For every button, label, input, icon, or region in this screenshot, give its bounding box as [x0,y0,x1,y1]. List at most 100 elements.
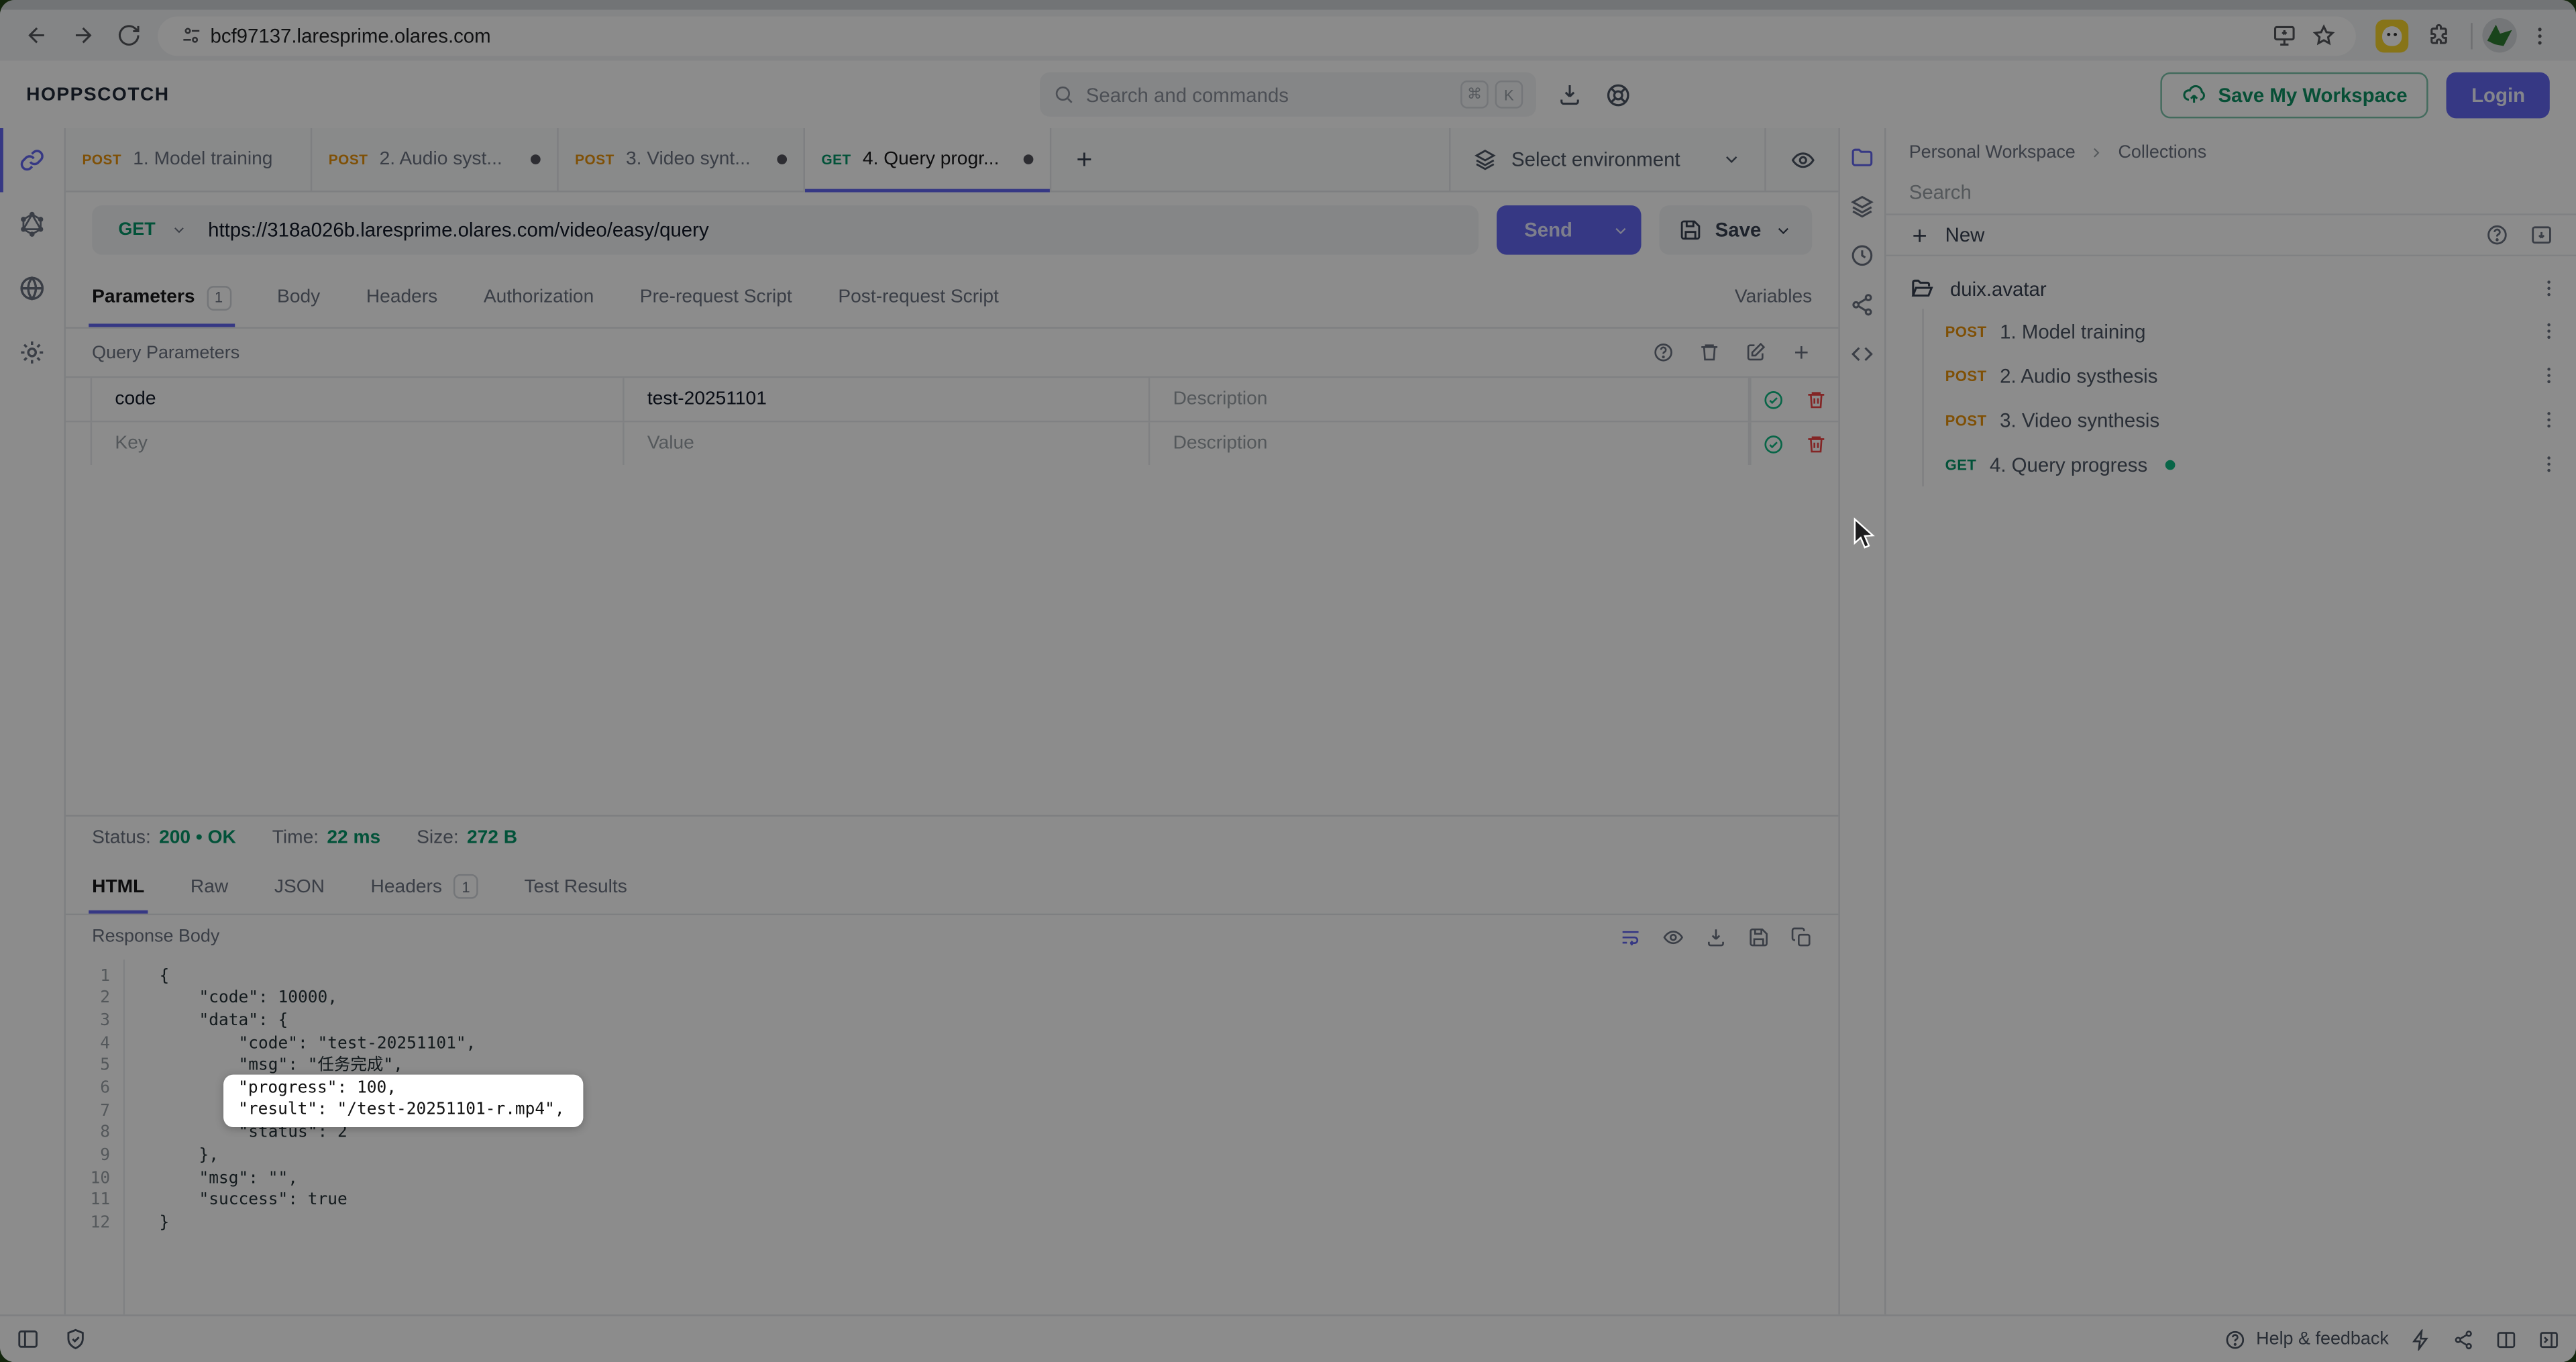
request-options-kebab-icon[interactable] [2538,321,2560,342]
request-item-query-progress[interactable]: GET 4. Query progress [1924,442,2576,486]
tab-label: Pre-request Script [640,288,792,307]
new-tab-button[interactable] [1051,128,1117,191]
drag-handle[interactable] [66,422,92,465]
bulk-edit-icon[interactable] [1745,342,1766,363]
collection-folder-duix-avatar[interactable]: duix.avatar [1886,268,2576,309]
extension-dog-icon[interactable] [2375,19,2408,52]
request-options-kebab-icon[interactable] [2538,365,2560,386]
tab-query-progress[interactable]: GET 4. Query progr... [805,128,1051,191]
app-logo[interactable]: HOPPSCOTCH [26,85,169,104]
code-snippet-icon[interactable] [1839,329,1886,378]
back-icon[interactable] [13,14,60,57]
tab-authorization[interactable]: Authorization [461,268,617,327]
add-parameter-icon[interactable] [1790,342,1812,363]
tab-post-request-script[interactable]: Post-request Script [815,268,1022,327]
tab-response-html[interactable]: HTML [69,860,168,912]
param-description-input[interactable]: Description [1150,422,1750,465]
search-command-bar[interactable]: Search and commands ⌘ K [1040,72,1536,117]
shortcuts-zap-icon[interactable] [2410,1328,2432,1350]
collapse-right-panel-icon[interactable] [2538,1328,2560,1350]
reload-icon[interactable] [105,14,152,57]
param-value-input[interactable]: test-20251101 [625,378,1150,421]
response-body-code[interactable]: 1{ 2 "code": 10000, 3 "data": { 4 "code"… [66,959,1838,1314]
extensions-puzzle-icon[interactable] [2415,14,2461,57]
collections-folder-icon[interactable] [1839,132,1886,180]
nav-realtime-globe-icon[interactable] [0,256,64,321]
breadcrumb-workspace[interactable]: Personal Workspace [1909,143,2076,162]
tab-model-training[interactable]: POST 1. Model training [66,128,312,191]
site-settings-icon[interactable] [171,17,211,54]
tab-test-results[interactable]: Test Results [501,860,650,912]
folder-options-kebab-icon[interactable] [2538,278,2560,299]
history-clock-icon[interactable] [1839,230,1886,279]
tab-pre-request-script[interactable]: Pre-request Script [617,268,816,327]
toggle-sidebar-icon[interactable] [16,1328,39,1351]
bookmark-star-icon[interactable] [2303,17,2343,54]
request-options-kebab-icon[interactable] [2538,454,2560,475]
environment-selector[interactable]: Select environment [1449,128,1764,191]
url-bar[interactable]: bcf97137.laresprime.olares.com [158,15,2356,55]
help-feedback-button[interactable]: Help & feedback [2225,1328,2389,1350]
param-key-input[interactable]: code [92,378,624,421]
preview-eye-icon[interactable] [1662,926,1684,947]
tab-parameters[interactable]: Parameters 1 [69,268,254,327]
param-delete-icon[interactable] [1794,378,1838,421]
param-active-toggle-icon[interactable] [1750,378,1794,421]
request-item-video-synthesis[interactable]: POST 3. Video synthesis [1924,398,2576,442]
share-request-icon[interactable] [2453,1328,2474,1350]
new-collection-button[interactable]: New [1945,223,1985,246]
send-options-chevron-icon[interactable] [1600,221,1641,239]
tab-response-raw[interactable]: Raw [168,860,252,912]
request-item-audio-synthesis[interactable]: POST 2. Audio systhesis [1924,354,2576,398]
nav-rest-link-icon[interactable] [0,128,64,193]
wrap-lines-icon[interactable] [1620,926,1642,947]
import-export-icon[interactable] [2530,223,2553,246]
save-options-chevron-icon[interactable] [1774,221,1792,239]
browser-profile-avatar[interactable] [2482,18,2516,52]
url-text[interactable]: bcf97137.laresprime.olares.com [210,24,2263,47]
save-request-button[interactable]: Save [1659,205,1812,254]
param-active-toggle-icon[interactable] [1750,422,1794,465]
save-my-workspace-button[interactable]: Save My Workspace [2161,72,2429,118]
param-key-input[interactable]: Key [92,422,624,465]
tab-response-headers[interactable]: Headers 1 [347,860,501,912]
environments-layers-icon[interactable] [1839,180,1886,229]
tab-response-json[interactable]: JSON [252,860,348,912]
tab-headers[interactable]: Headers [343,268,461,327]
param-description-placeholder: Description [1173,389,1268,409]
nav-settings-gear-icon[interactable] [0,321,64,385]
endpoint-url-input[interactable]: https://318a026b.laresprime.olares.com/v… [208,219,1479,242]
drag-handle[interactable] [66,378,92,421]
copy-response-icon[interactable] [1790,926,1812,947]
environment-quick-peek-eye-icon[interactable] [1764,128,1838,191]
forward-icon[interactable] [59,14,105,57]
param-description-input[interactable]: Description [1150,378,1750,421]
tab-audio-synthesis[interactable]: POST 2. Audio syst... [312,128,558,191]
collections-help-icon[interactable] [2485,223,2508,246]
browser-menu-icon[interactable] [2517,14,2563,57]
send-button[interactable]: Send [1497,205,1642,254]
share-icon[interactable] [1839,279,1886,328]
clear-all-trash-icon[interactable] [1699,342,1720,363]
download-response-icon[interactable] [1705,926,1727,947]
install-app-icon[interactable] [2264,17,2304,54]
help-icon[interactable] [1653,342,1674,363]
tab-body[interactable]: Body [254,268,343,327]
request-item-model-training[interactable]: POST 1. Model training [1924,309,2576,353]
breadcrumb-collections[interactable]: Collections [2118,143,2206,162]
variables-link[interactable]: Variables [1735,268,1839,327]
login-button[interactable]: Login [2447,72,2549,118]
request-options-kebab-icon[interactable] [2538,409,2560,431]
install-pwa-icon[interactable] [1558,82,1582,107]
horizontal-layout-icon[interactable] [2496,1328,2517,1350]
collections-search-input[interactable]: Search [1886,171,2576,215]
method-selector[interactable]: GET [92,220,208,240]
support-icon[interactable] [1605,81,1631,107]
interceptor-shield-icon[interactable] [64,1328,87,1351]
param-delete-icon[interactable] [1794,422,1838,465]
nav-graphql-icon[interactable] [0,193,64,257]
save-response-icon[interactable] [1748,926,1770,947]
tab-video-synthesis[interactable]: POST 3. Video synt... [559,128,805,191]
param-value-input[interactable]: Value [625,422,1150,465]
request-item-label: 4. Query progress [1990,453,2147,476]
